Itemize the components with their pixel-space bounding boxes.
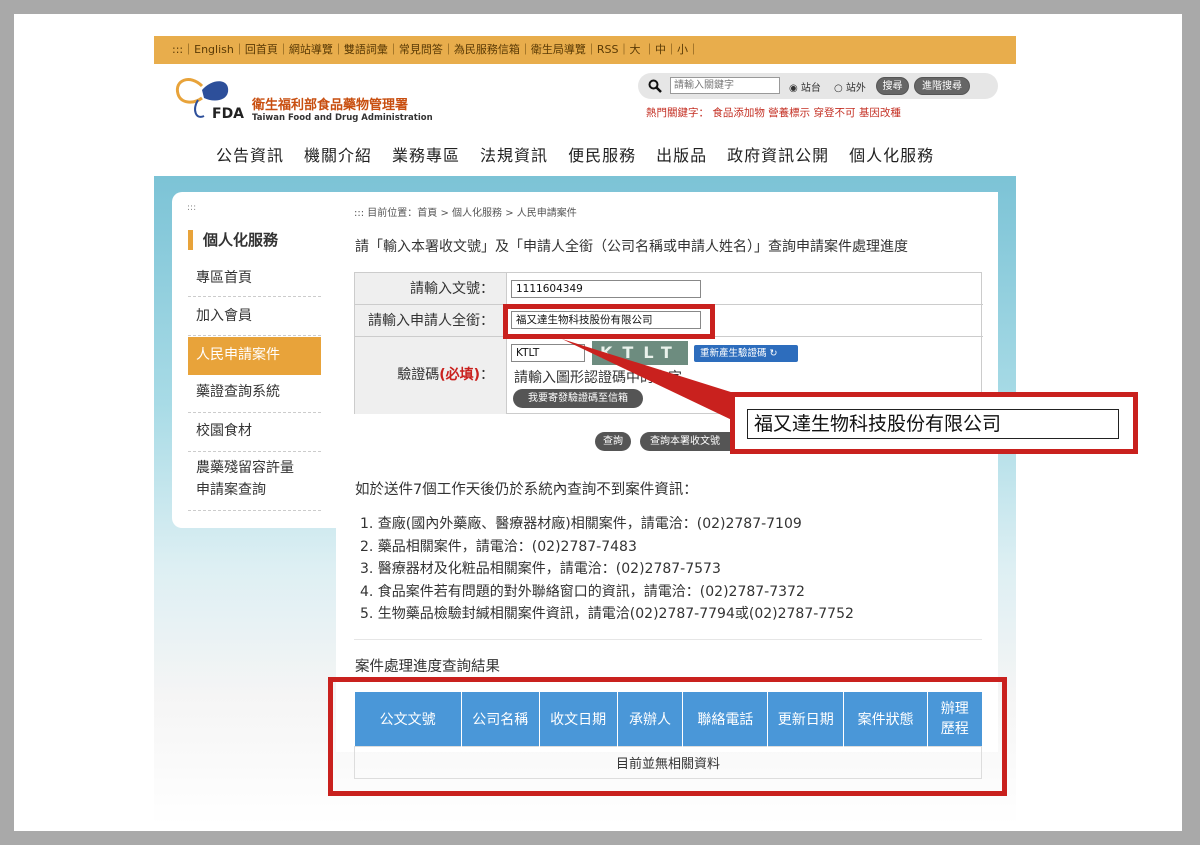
callout-arrow-icon	[562, 339, 734, 421]
captcha-required: (必填)	[439, 367, 480, 383]
hot-keywords[interactable]: 熱門關鍵字： 食品添加物 營養標示 穿登不可 基因改種	[646, 105, 901, 120]
radio-site-label: 站台	[800, 83, 821, 94]
search-bar: 請輸入關鍵字 ◉ 站台 ○ 站外 搜尋 進階搜尋	[638, 73, 998, 99]
nav-item[interactable]: 公告資訊	[216, 146, 284, 165]
search-icon[interactable]	[648, 79, 662, 93]
sidebar-dots: :::	[187, 203, 197, 213]
query-button[interactable]: 查詢	[595, 432, 631, 451]
nav-item[interactable]: 個人化服務	[849, 146, 934, 165]
section-divider	[354, 639, 982, 640]
sidebar-title: 個人化服務	[188, 230, 278, 250]
logo-chinese-name: 衛生福利部食品藥物管理署	[252, 98, 409, 113]
contact-item: 5. 生物藥品檢驗封緘相關案件資訊，請電洽(02)2787-7794或(02)2…	[360, 606, 854, 622]
nav-item[interactable]: 便民服務	[568, 146, 636, 165]
breadcrumb[interactable]: ::: 目前位置：首頁 > 個人化服務 > 人民申請案件	[354, 204, 577, 219]
sidebar-item-pesticide-line1: 農藥殘留容許量	[196, 460, 294, 476]
callout-value: 福又達生物科技股份有限公司	[747, 409, 1119, 439]
logo-english-name: Taiwan Food and Drug Administration	[252, 113, 433, 123]
contact-item: 3. 醫療器材及化粧品相關案件，請電洽：(02)2787-7573	[360, 561, 721, 577]
query-all-button[interactable]: 查詢本署收文號	[640, 432, 740, 451]
nav-item[interactable]: 出版品	[656, 146, 707, 165]
contact-item: 4. 食品案件若有問題的對外聯絡窗口的資訊，請電洽：(02)2787-7372	[360, 583, 805, 600]
sidebar-item-home[interactable]: 專區首頁	[188, 262, 321, 297]
refresh-icon: ↻	[769, 348, 778, 359]
highlight-result-box	[328, 677, 1007, 796]
radio-outside-label: 站外	[845, 83, 866, 94]
captcha-label: 驗證碼(必填)：	[355, 337, 507, 414]
applicant-label: 請輸入申請人全銜：	[355, 305, 507, 337]
result-title: 案件處理進度查詢結果	[355, 659, 500, 675]
nav-item[interactable]: 法規資訊	[480, 146, 548, 165]
contact-list: 1. 查廠(國內外藥廠、醫療器材廠)相關案件，請電洽：(02)2787-7109…	[360, 513, 854, 626]
sidebar-item-pesticide[interactable]: 農藥殘留容許量 申請案查詢	[188, 453, 321, 511]
captcha-label-text: 驗證碼	[397, 367, 440, 383]
doc-no-label: 請輸入文號：	[355, 273, 507, 305]
search-button[interactable]: 搜尋	[876, 77, 909, 95]
contact-item: 1. 查廠(國內外藥廠、醫療器材廠)相關案件，請電洽：(02)2787-7109	[360, 516, 802, 532]
nav-item[interactable]: 機關介紹	[304, 146, 372, 165]
main-nav: 公告資訊 機關介紹 業務專區 法規資訊 便民服務 出版品 政府資訊公開 個人化服務	[216, 142, 954, 166]
sidebar-item-join[interactable]: 加入會員	[188, 299, 321, 336]
sidebar-item-applications[interactable]: 人民申請案件	[188, 337, 321, 375]
radio-outside[interactable]: ○ 站外	[834, 79, 866, 94]
nav-item[interactable]: 業務專區	[392, 146, 460, 165]
sidebar-item-pesticide-line2: 申請案查詢	[196, 482, 266, 498]
doc-no-input[interactable]: 1111604349	[511, 280, 701, 298]
advanced-search-button[interactable]: 進階搜尋	[914, 77, 970, 95]
contact-item: 2. 藥品相關案件，請電洽：(02)2787-7483	[360, 538, 637, 555]
fda-mark: FDA	[212, 106, 245, 122]
page-instruction: 請「輸入本署收文號」及「申請人全銜（公司名稱或申請人姓名）」查詢申請案件處理進度	[355, 239, 908, 255]
fda-logo[interactable]: FDA 衛生福利部食品藥物管理署 Taiwan Food and Drug Ad…	[172, 76, 433, 126]
highlight-applicant-box	[503, 304, 715, 339]
captcha-label-colon: ：	[480, 367, 494, 383]
sidebar-item-campus-food[interactable]: 校園食材	[188, 414, 321, 452]
radio-site[interactable]: ◉ 站台	[789, 79, 821, 94]
top-link-bar[interactable]: :::｜English｜回首頁｜網站導覽｜雙語詞彙｜常見問答｜為民服務信箱｜衛生…	[154, 36, 1016, 64]
sidebar-item-license-query[interactable]: 藥證查詢系統	[188, 376, 321, 413]
search-input[interactable]: 請輸入關鍵字	[670, 77, 780, 94]
callout-box: 福又達生物科技股份有限公司	[730, 392, 1138, 454]
nav-item[interactable]: 政府資訊公開	[727, 146, 829, 165]
contact-note: 如於送件7個工作天後仍於系統內查詢不到案件資訊：	[355, 482, 698, 498]
